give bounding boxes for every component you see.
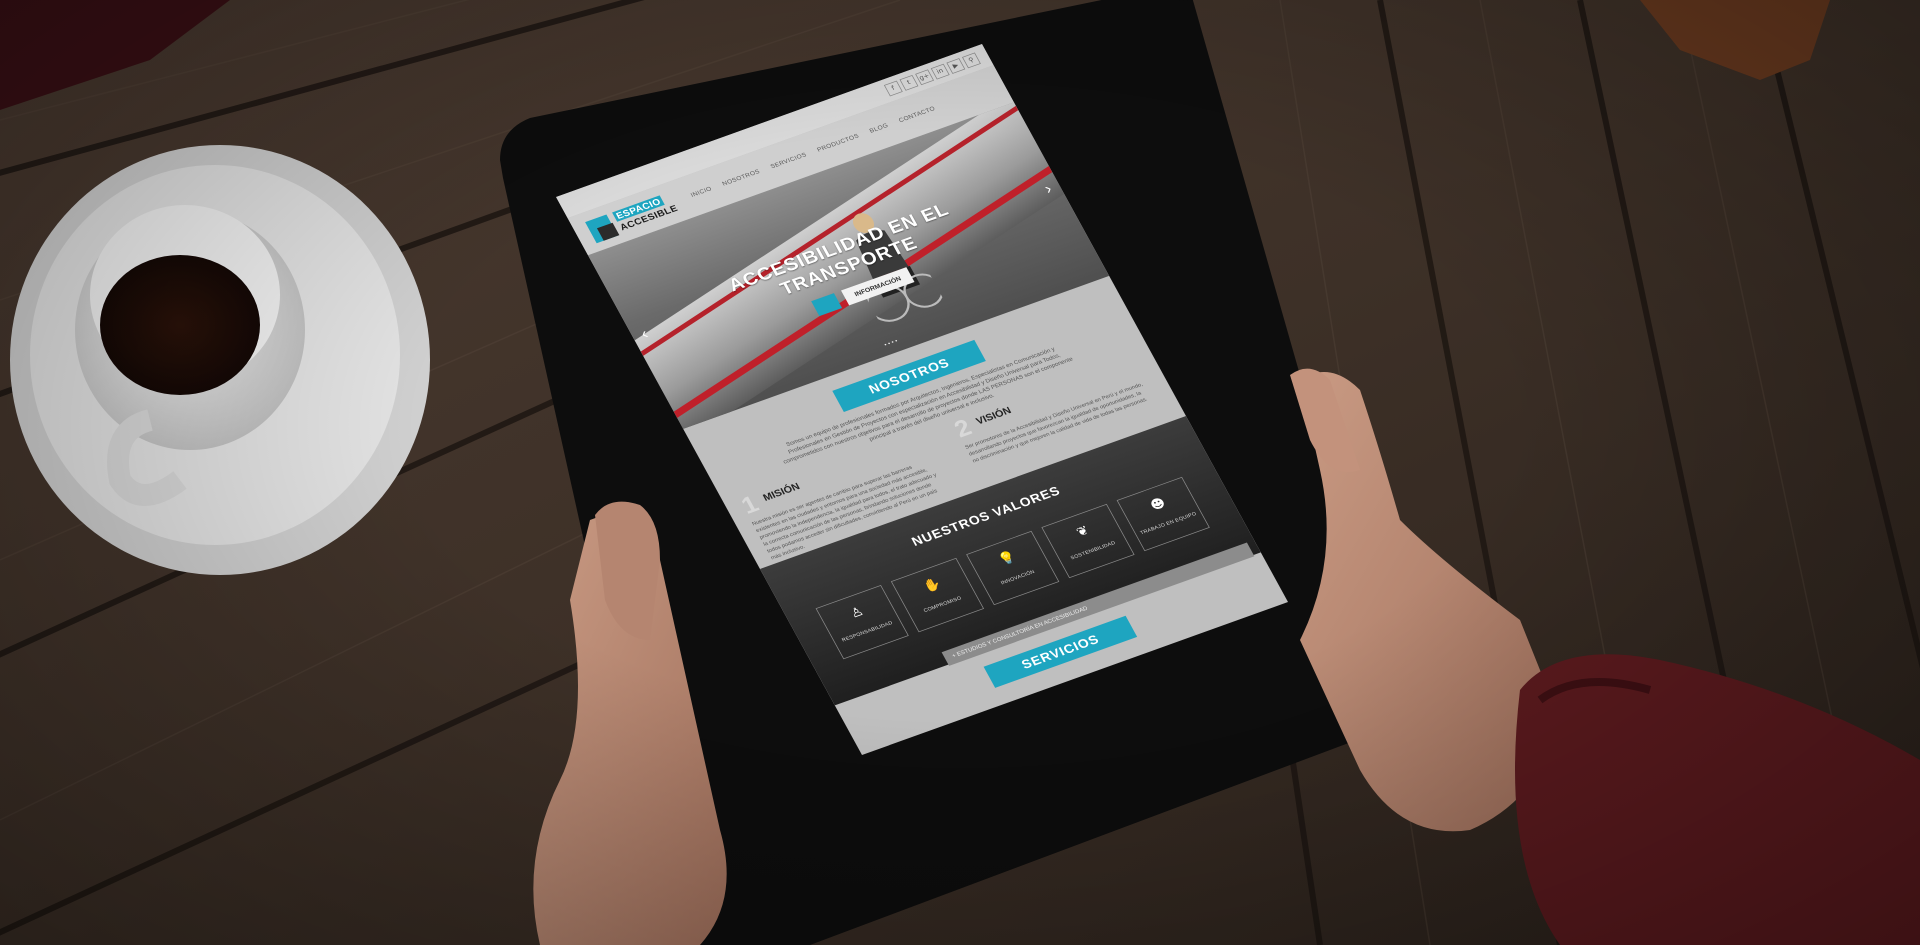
- valor-sostenibilidad: ❦ SOSTENIBILIDAD: [1041, 503, 1135, 579]
- youtube-icon[interactable]: ▶: [946, 58, 966, 74]
- facebook-icon[interactable]: f: [883, 80, 903, 97]
- valor-innovacion: 💡 INNOVACIÓN: [966, 530, 1060, 606]
- menu-item-productos[interactable]: PRODUCTOS: [816, 132, 860, 153]
- google-plus-icon[interactable]: g+: [915, 69, 935, 86]
- menu-item-contacto[interactable]: CONTACTO: [897, 105, 936, 124]
- menu-item-blog[interactable]: BLOG: [868, 122, 889, 135]
- menu-item-inicio[interactable]: INICIO: [689, 185, 713, 198]
- linkedin-icon[interactable]: in: [930, 63, 950, 80]
- valor-compromiso: ✋ COMPROMISO: [890, 557, 985, 633]
- valor-trabajo-en-equipo: ☻ TRABAJO EN EQUIPO: [1116, 476, 1210, 552]
- menu-item-nosotros[interactable]: NOSOTROS: [721, 168, 761, 187]
- search-icon[interactable]: ⚲: [962, 52, 981, 69]
- mision-number: 1: [736, 490, 764, 520]
- valor-responsabilidad: ♙ RESPONSABILIDAD: [815, 584, 909, 660]
- mision-title: MISIÓN: [760, 480, 802, 503]
- menu-item-servicios[interactable]: SERVICIOS: [769, 151, 808, 170]
- twitter-icon[interactable]: t: [899, 74, 919, 91]
- photo-scene: f t g+ in ▶ ⚲ ESPACIO ACCESIBLE INICIO N…: [0, 0, 1920, 945]
- vision-number: 2: [949, 414, 977, 443]
- vision-title: VISIÓN: [973, 404, 1013, 427]
